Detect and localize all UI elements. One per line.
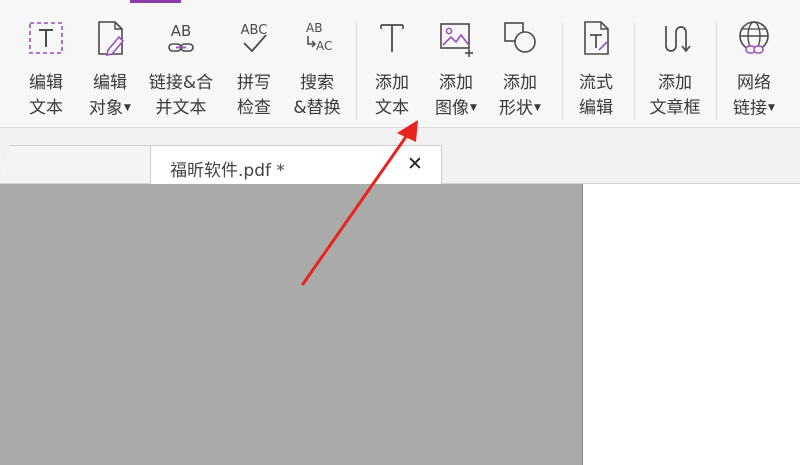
add-article-label-2: 文章框 bbox=[649, 98, 701, 118]
flow-text-icon bbox=[577, 18, 615, 58]
document-canvas-background[interactable] bbox=[0, 184, 583, 465]
link-ab-icon: AB bbox=[162, 18, 200, 58]
web-link-button[interactable]: 网络链接▼ bbox=[726, 18, 782, 119]
chevron-down-icon: ▼ bbox=[124, 103, 131, 113]
link-merge-label-1: 链接&合 bbox=[148, 73, 214, 93]
edit-object-label-1: 编辑 bbox=[93, 73, 127, 93]
link-merge-text-button[interactable]: AB 链接&合并文本 bbox=[146, 18, 216, 118]
document-tab-title: 福昕软件.pdf * bbox=[170, 161, 285, 181]
edit-object-button[interactable]: 编辑对象▼ bbox=[82, 18, 138, 119]
add-article-label-1: 添加 bbox=[658, 73, 692, 93]
spell-check-button[interactable]: ABC 拼写检查 bbox=[230, 18, 278, 118]
ribbon-separator bbox=[562, 22, 563, 120]
active-ribbon-tab-indicator bbox=[130, 0, 181, 3]
close-icon[interactable]: ✕ bbox=[407, 153, 423, 175]
web-link-label-2: 链接 bbox=[733, 98, 768, 119]
add-text-label-1: 添加 bbox=[375, 73, 409, 93]
globe-link-icon bbox=[735, 18, 773, 58]
add-text-button[interactable]: 添加 文本 bbox=[368, 18, 416, 118]
svg-text:AC: AC bbox=[316, 39, 332, 53]
add-image-label-2: 图像 bbox=[435, 98, 470, 119]
edit-text-button[interactable]: 编辑 文本 bbox=[22, 18, 70, 118]
image-add-icon bbox=[437, 18, 475, 58]
spell-check-label-2: 检查 bbox=[237, 98, 271, 118]
ribbon-separator bbox=[716, 22, 717, 120]
add-shape-label-2: 形状 bbox=[499, 98, 534, 119]
text-box-icon bbox=[27, 18, 65, 58]
add-text-label-2: 文本 bbox=[375, 98, 409, 118]
search-replace-label-1: 搜索 bbox=[300, 73, 334, 93]
edit-text-label-2: 文本 bbox=[29, 98, 63, 118]
ribbon-separator bbox=[356, 22, 357, 120]
ribbon-toolbar: 编辑 文本 编辑 对象▼ AB 链接&合 并文本 ABC 拼写 检查 AB AC… bbox=[0, 0, 800, 128]
shapes-icon bbox=[501, 18, 539, 58]
add-image-button[interactable]: 添加图像▼ bbox=[426, 18, 486, 119]
chevron-down-icon: ▼ bbox=[534, 103, 541, 113]
link-merge-label-2: 并文本 bbox=[155, 98, 207, 118]
flow-edit-label-2: 编辑 bbox=[579, 98, 613, 118]
add-shape-label-1: 添加 bbox=[503, 73, 537, 93]
edit-text-label-1: 编辑 bbox=[29, 73, 63, 93]
chevron-down-icon: ▼ bbox=[470, 103, 477, 113]
search-replace-icon: AB AC bbox=[298, 18, 336, 58]
add-image-label-1: 添加 bbox=[439, 73, 473, 93]
article-path-icon bbox=[656, 18, 694, 58]
page-pencil-icon bbox=[91, 18, 129, 58]
web-link-label-1: 网络 bbox=[737, 73, 771, 93]
text-t-icon bbox=[373, 18, 411, 58]
add-shape-button[interactable]: 添加形状▼ bbox=[492, 18, 548, 119]
chevron-down-icon: ▼ bbox=[768, 103, 775, 113]
spell-check-label-1: 拼写 bbox=[237, 73, 271, 93]
flow-edit-label-1: 流式 bbox=[579, 73, 613, 93]
edit-object-label-2: 对象 bbox=[89, 98, 124, 119]
document-page-area[interactable] bbox=[583, 184, 800, 465]
flow-edit-button[interactable]: 流式 编辑 bbox=[572, 18, 620, 118]
ribbon-separator bbox=[634, 22, 635, 120]
spell-check-icon: ABC bbox=[235, 18, 273, 58]
svg-text:ABC: ABC bbox=[241, 23, 268, 38]
svg-text:AB: AB bbox=[171, 22, 192, 40]
add-article-box-button[interactable]: 添加 文章框 bbox=[644, 18, 706, 118]
search-replace-button[interactable]: AB AC 搜索 &替换 bbox=[290, 18, 344, 118]
search-replace-label-2: &替换 bbox=[293, 98, 341, 118]
svg-text:AB: AB bbox=[306, 21, 322, 35]
